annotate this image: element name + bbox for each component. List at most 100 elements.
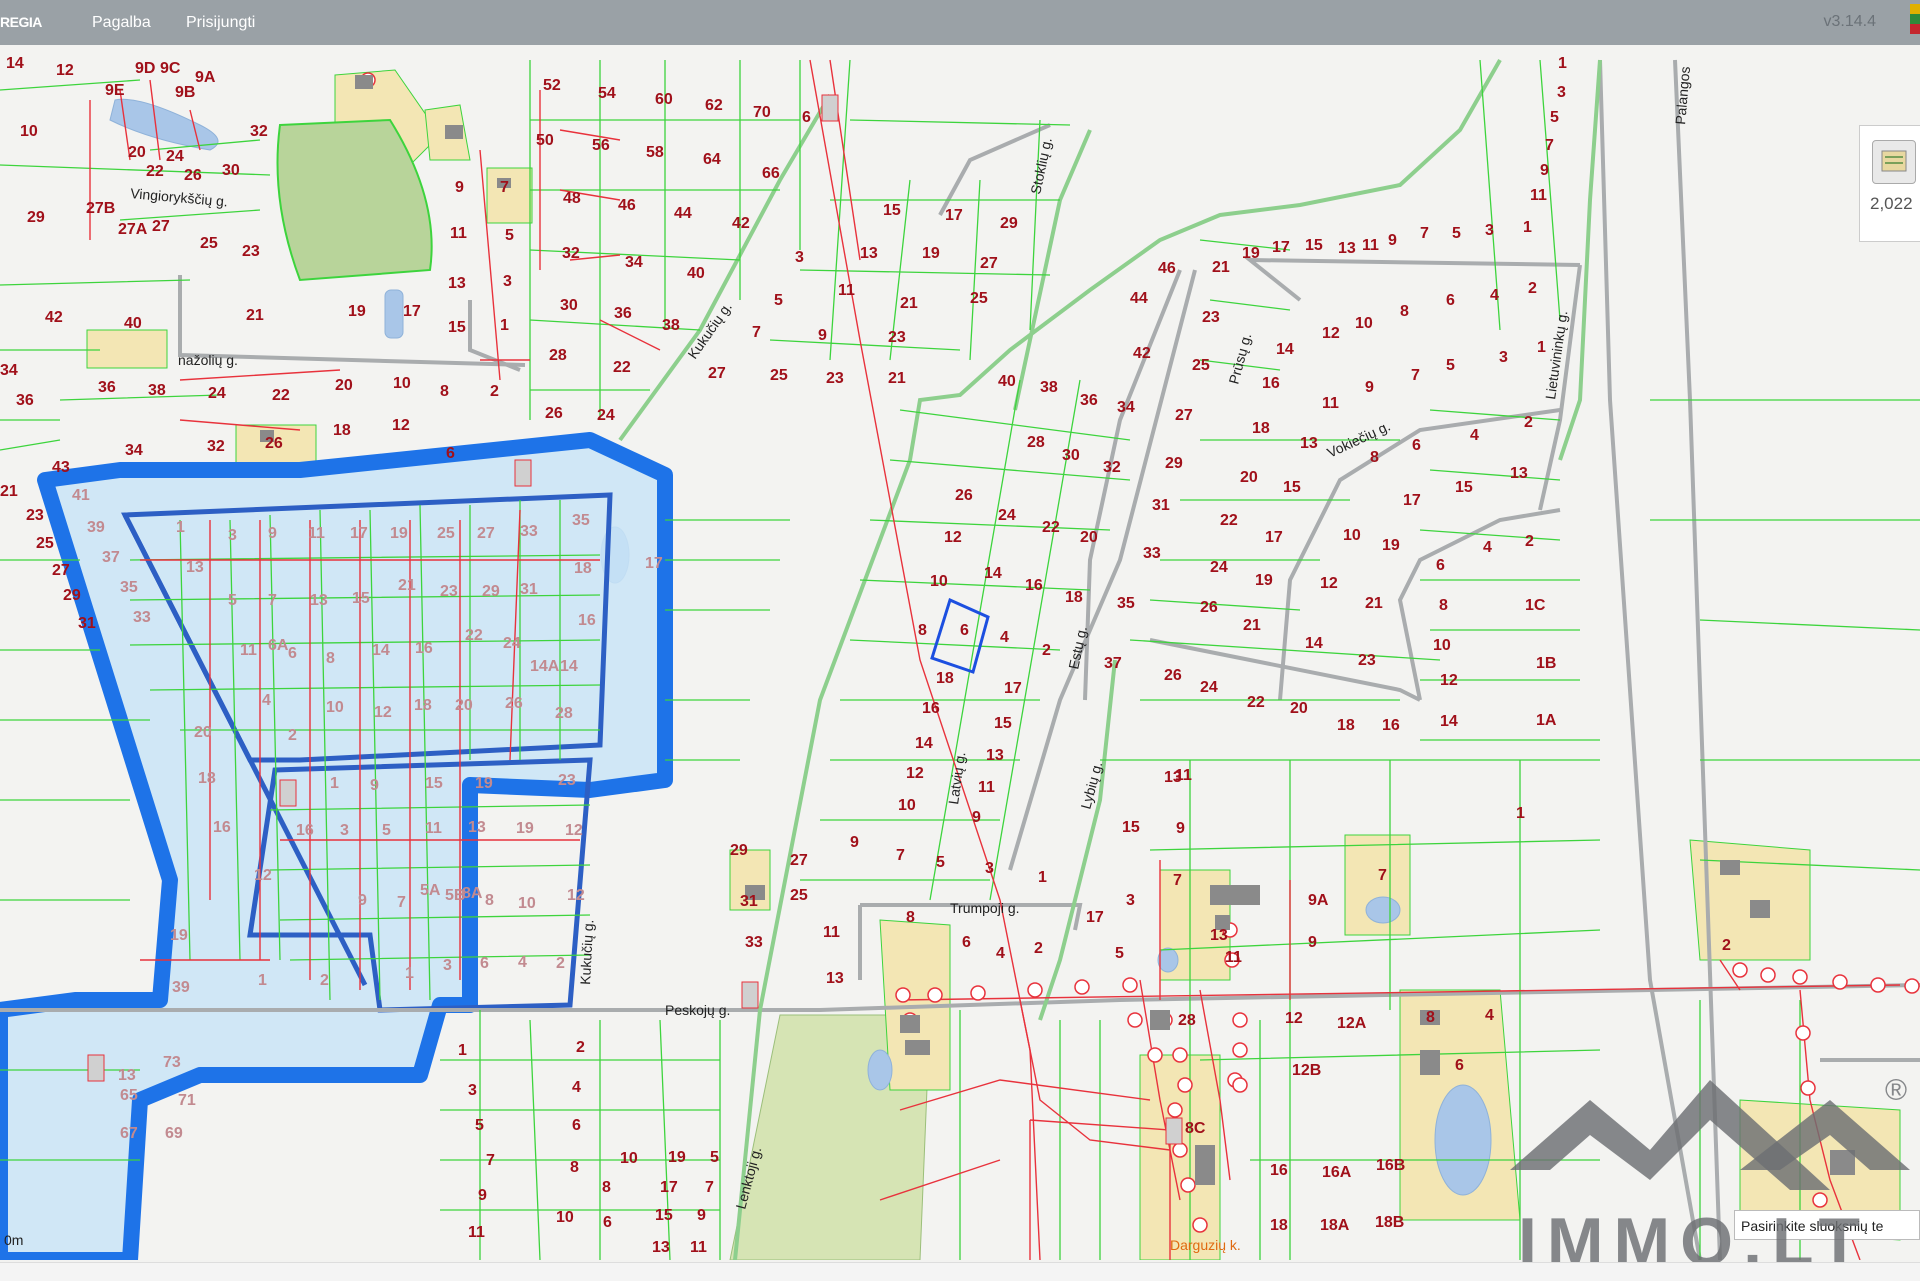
plot-number-label: 37 [102,549,120,566]
plot-number-label: 16 [1270,1162,1288,1179]
plot-number-label: 19 [348,303,366,320]
plot-number-label: 36 [98,379,116,396]
plot-number-label: 19 [516,820,534,837]
plot-number-label: 25 [970,290,988,307]
plot-number-label: 11 [1530,187,1547,204]
plot-number-label: 2 [1524,414,1533,431]
menu-login[interactable]: Prisijungti [186,14,255,32]
plot-number-label: 33 [745,934,763,951]
plot-number-label: 28 [1178,1012,1196,1029]
plot-number-label: 23 [440,583,458,600]
plot-number-label: 21 [900,295,918,312]
plot-number-label: 15 [1122,819,1140,836]
plot-number-label: 4 [1000,629,1009,646]
plot-number-label: 21 [888,370,906,387]
plot-number-label: 1 [1516,805,1525,822]
plot-number-label: 22 [272,387,290,404]
plot-number-label: 27 [152,218,170,235]
plot-number-label: 12 [374,704,392,721]
plot-number-label: 8 [440,383,449,400]
plot-number-label: 27 [477,525,495,542]
plot-number-label: 6 [1412,437,1421,454]
plot-number-label: 29 [730,842,748,859]
plot-number-label: 10 [326,699,344,716]
plot-number-label: 10 [1355,315,1373,332]
plot-number-label: 48 [563,190,581,207]
plot-number-label: 15 [1455,479,1473,496]
plot-number-label: 27A [118,221,148,238]
plot-number-label: 27B [86,200,115,217]
plot-number-label: 7 [1545,137,1554,154]
bottom-bar [0,1262,1920,1281]
plot-number-label: 13 [1300,435,1318,452]
plot-number-label: 1B [1536,655,1556,672]
plot-number-label: 15 [425,775,443,792]
plot-number-label: 32 [207,438,225,455]
plot-number-label: 18 [1270,1217,1288,1234]
plot-number-label: 10 [518,895,536,912]
plot-number-label: 73 [163,1054,181,1071]
plot-number-label: 24 [1200,679,1218,696]
plot-number-label: 2 [288,727,297,744]
plot-number-label: 6 [802,109,811,126]
plot-number-label: 17 [1004,680,1022,697]
plot-number-label: 23 [826,370,844,387]
plot-number-label: 6 [1455,1057,1464,1074]
plot-number-label: 5 [382,822,391,839]
layers-button[interactable] [1872,140,1916,184]
plot-number-label: 10 [556,1209,574,1226]
plot-number-label: 9 [1308,934,1317,951]
plot-number-label: 27 [980,255,998,272]
plot-number-label: 62 [705,97,723,114]
plot-number-label: 9 [1388,232,1397,249]
plot-number-label: 9 [1365,379,1374,396]
plot-number-label: 11 [468,1224,485,1241]
plot-number-label: 1A [1536,712,1557,729]
plot-number-label: 2 [1042,642,1051,659]
plot-number-label: 22 [465,627,483,644]
plot-number-label: 14 [1305,635,1323,652]
plot-number-label: 34 [1117,399,1135,416]
plot-number-label: 39 [172,979,190,996]
plot-number-label: 25 [790,887,808,904]
plot-number-label: 4 [1485,1007,1494,1024]
plot-number-label: 8 [906,909,915,926]
plot-number-label: 13 [448,275,466,292]
plot-number-label: 4 [262,692,271,709]
plot-number-label: 44 [674,205,692,222]
plot-number-label: 5 [1115,945,1124,962]
plot-number-label: 18 [574,560,592,577]
plot-number-label: 19 [390,525,408,542]
plot-number-label: 56 [592,137,610,154]
plot-number-label: 16 [415,640,433,657]
plot-number-label: 35 [572,512,590,529]
plot-number-label: 13 [986,747,1004,764]
lithuanian-flag-icon [1910,4,1920,34]
plot-number-label: 11 [978,779,995,796]
plot-number-label: 4 [1470,427,1479,444]
plot-number-label: 3 [503,273,512,290]
street-name-label: nažolių g. [178,352,238,368]
plot-number-label: 14 [1440,713,1458,730]
plot-number-label: 58 [646,144,664,161]
plot-number-label: 64 [703,151,721,168]
plot-number-label: 7 [1420,225,1429,242]
app-brand[interactable]: REGIA [0,14,42,30]
plot-number-label: 9 [697,1207,706,1224]
plot-number-label: 17 [660,1179,678,1196]
plot-number-label: 5A [420,882,441,899]
plot-number-label: 6 [960,622,969,639]
plot-number-label: 7 [397,894,406,911]
plot-number-label: 17 [1265,529,1283,546]
plot-number-label: 16 [1262,375,1280,392]
plot-number-label: 12B [1292,1062,1321,1079]
plot-number-label: 2 [1528,280,1537,297]
plot-number-label: 3 [985,860,994,877]
plot-number-label: 22 [1042,519,1060,536]
plot-number-label: 69 [165,1125,183,1142]
plot-number-label: 40 [998,373,1016,390]
menu-help[interactable]: Pagalba [92,14,151,32]
plot-number-label: 13 [468,819,486,836]
plot-number-label: 16 [922,700,940,717]
plot-number-label: 40 [124,315,142,332]
